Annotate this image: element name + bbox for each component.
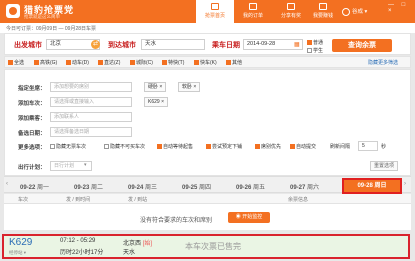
col-train: 车次 bbox=[18, 197, 29, 203]
no-ticket-message: 没有符合要求的车次和席别 bbox=[140, 218, 213, 224]
opt-checkbox[interactable] bbox=[104, 144, 109, 149]
money-icon bbox=[319, 3, 327, 10]
seat-tag-soft-sleeper[interactable]: 软卧 × bbox=[178, 82, 201, 92]
to-city-input[interactable]: 天水 bbox=[141, 39, 205, 50]
type-g[interactable]: 高铁(G) bbox=[34, 59, 57, 66]
refresh-unit: 秒 bbox=[381, 144, 387, 150]
hide-filter-link[interactable]: 隐藏更多筛选 bbox=[368, 59, 398, 66]
type-d[interactable]: 动车(D) bbox=[66, 59, 89, 66]
date-tab[interactable]: 09-22 周一 bbox=[20, 182, 49, 191]
seat-tag-hard-sleeper[interactable]: 硬卧 × bbox=[144, 82, 167, 92]
date-tab-active[interactable]: 09-28 周日 bbox=[342, 178, 402, 194]
opt-auto-wait[interactable]: 自动等待起售 bbox=[157, 143, 193, 150]
type-all[interactable]: 全选 bbox=[8, 59, 24, 66]
close-icon[interactable]: × bbox=[193, 84, 196, 90]
date-tab[interactable]: 09-24 周三 bbox=[128, 182, 157, 191]
user-menu[interactable]: 谷成 ▾ bbox=[342, 7, 367, 16]
type-c-checkbox[interactable] bbox=[130, 60, 135, 65]
prev-date-icon[interactable]: ‹ bbox=[6, 181, 8, 187]
from-label: 出发城市 bbox=[14, 42, 42, 49]
col-tickets: 余票信息 bbox=[288, 197, 309, 203]
opt-hide-sold-out[interactable]: 隐藏无票车次 bbox=[50, 143, 86, 150]
type-z[interactable]: 直达(Z) bbox=[98, 59, 120, 66]
alt-date-input[interactable]: 请选择备选日期 bbox=[50, 127, 132, 137]
opt-checkbox[interactable] bbox=[50, 144, 55, 149]
result-train-number[interactable]: K629 bbox=[9, 237, 32, 248]
refresh-interval-input[interactable]: 5 bbox=[358, 141, 378, 151]
query-button[interactable]: 查询余票 bbox=[332, 39, 392, 52]
date-tab[interactable]: 09-25 周四 bbox=[182, 182, 211, 191]
tab-orders[interactable]: 我的订单 bbox=[234, 0, 272, 23]
date-tab[interactable]: 09-23 周二 bbox=[74, 182, 103, 191]
chevron-down-icon[interactable]: ▾ bbox=[84, 162, 87, 168]
result-times: 07:12 - 05:29 bbox=[60, 238, 96, 244]
type-k[interactable]: 快车(K) bbox=[194, 59, 217, 66]
logo-icon bbox=[6, 4, 20, 18]
col-station: 发 / 到站 bbox=[128, 197, 148, 203]
type-z-checkbox[interactable] bbox=[98, 60, 103, 65]
tab-home[interactable]: 抢票首页 bbox=[196, 0, 234, 23]
close-icon[interactable]: × bbox=[161, 99, 164, 105]
passenger-input[interactable]: 添加联系人 bbox=[50, 112, 132, 122]
ptype-normal[interactable]: 普通 bbox=[307, 39, 323, 46]
ptype-student-radio[interactable] bbox=[307, 48, 312, 53]
opt-lower-berth[interactable]: 尝试预定下铺 bbox=[206, 143, 242, 150]
result-status: 本车次票已售完 bbox=[185, 242, 241, 251]
date-tab[interactable]: 09-26 周五 bbox=[236, 182, 265, 191]
date-tab[interactable]: 09-27 周六 bbox=[290, 182, 319, 191]
close-icon[interactable]: × bbox=[159, 84, 162, 90]
result-from-station: 北京西 [始] bbox=[123, 241, 153, 247]
booking-notice: 今日可订票：09月09日 — 09月28日车票 bbox=[0, 23, 415, 33]
opt-auto-submit[interactable]: 自动提交 bbox=[290, 143, 316, 150]
type-other[interactable]: 其他 bbox=[226, 59, 242, 66]
col-time: 发 / 到时间 bbox=[66, 197, 91, 203]
train-tag[interactable]: K629 × bbox=[144, 97, 168, 107]
type-d-checkbox[interactable] bbox=[66, 60, 71, 65]
stops-toggle[interactable]: 经停站 ▾ bbox=[9, 250, 26, 256]
avatar-icon bbox=[342, 7, 350, 16]
reset-button[interactable]: 重置选项 bbox=[370, 161, 399, 171]
type-g-checkbox[interactable] bbox=[34, 60, 39, 65]
opt-checkbox[interactable] bbox=[157, 144, 162, 149]
start-monitor-button[interactable]: ◉ 开始监控 bbox=[228, 212, 270, 223]
gift-icon bbox=[287, 3, 295, 10]
seat-input[interactable]: 添加想要的席别 bbox=[50, 82, 132, 92]
orders-icon bbox=[249, 3, 257, 10]
calendar-icon[interactable]: ▦ bbox=[294, 41, 300, 48]
type-k-checkbox[interactable] bbox=[194, 60, 199, 65]
type-t-checkbox[interactable] bbox=[162, 60, 167, 65]
train-input[interactable]: 请选择或直接输入 bbox=[50, 97, 132, 107]
opt-checkbox[interactable] bbox=[255, 144, 260, 149]
date-label: 乘车日期 bbox=[212, 42, 240, 49]
opt-hide-unbuyable[interactable]: 隐藏不可买车次 bbox=[104, 143, 145, 150]
type-other-checkbox[interactable] bbox=[226, 60, 231, 65]
next-date-icon[interactable]: › bbox=[404, 181, 406, 187]
opt-checkbox[interactable] bbox=[290, 144, 295, 149]
type-t[interactable]: 特快(T) bbox=[162, 59, 184, 66]
result-duration: 历时22小时17分 bbox=[60, 250, 104, 256]
ptype-student[interactable]: 学生 bbox=[307, 47, 323, 54]
type-c[interactable]: 城际(C) bbox=[130, 59, 153, 66]
swap-icon[interactable]: ⇄ bbox=[91, 40, 100, 49]
opt-seat-priority[interactable]: 席别优先 bbox=[255, 143, 281, 150]
home-icon bbox=[211, 3, 219, 10]
refresh-interval-label: 刷新间隔 bbox=[330, 144, 351, 150]
start-badge: [始] bbox=[142, 241, 153, 247]
to-label: 到达城市 bbox=[108, 42, 136, 49]
ptype-normal-radio[interactable] bbox=[307, 40, 312, 45]
app-slogan: 抢票就是这么简单 bbox=[24, 14, 60, 19]
window-controls[interactable]: — □ × bbox=[388, 2, 415, 14]
opt-checkbox[interactable] bbox=[206, 144, 211, 149]
tab-earn[interactable]: 我要赚钱 bbox=[304, 0, 342, 23]
result-to-station: 天水 bbox=[123, 250, 136, 256]
type-all-checkbox[interactable] bbox=[8, 60, 13, 65]
